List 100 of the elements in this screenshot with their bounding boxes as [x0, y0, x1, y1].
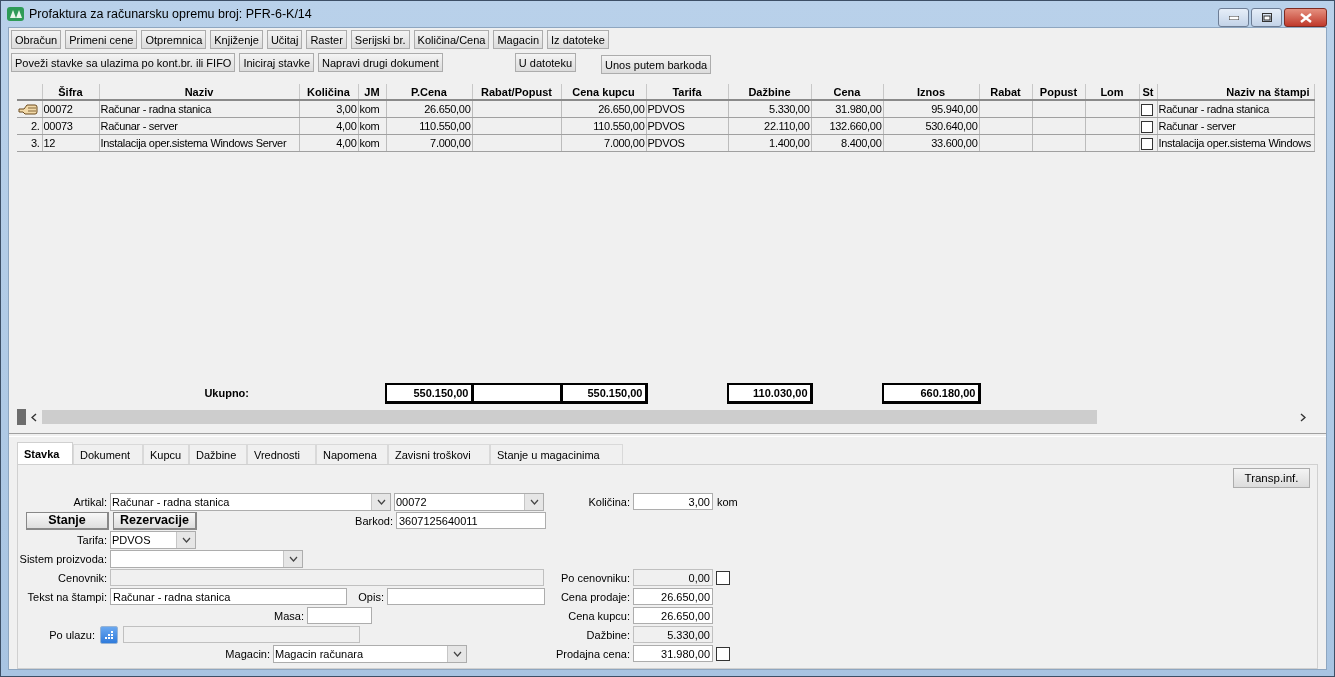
maximize-icon	[1261, 13, 1272, 22]
toolbar-button[interactable]: Napravi drugi dokument	[318, 53, 443, 72]
checkbox[interactable]	[1140, 120, 1153, 133]
field-label: Cena prodaje:	[559, 590, 631, 603]
chevron-down-icon	[181, 536, 191, 543]
table-cell: PDVOS	[646, 134, 728, 152]
table-cell: 7.000,00	[386, 134, 472, 152]
toolbar-button[interactable]: Raster	[306, 30, 347, 49]
chevron-down-icon	[288, 555, 298, 562]
table-cell: Instalacija oper.sistema Windows	[1157, 134, 1314, 152]
dropdown[interactable]: PDVOS	[110, 530, 196, 549]
checkbox[interactable]	[1140, 137, 1153, 150]
tab[interactable]: Stanje u magacinima	[490, 444, 623, 464]
text-field[interactable]	[307, 607, 372, 624]
toolbar-button[interactable]: Iniciraj stavke	[239, 53, 315, 72]
column-header: JM	[358, 84, 386, 100]
tab[interactable]: Stavka	[17, 442, 73, 464]
chevron-left-icon	[31, 412, 37, 422]
table-cell: 5.330,00	[728, 100, 811, 118]
toolbar-button[interactable]: Obračun	[11, 30, 62, 49]
column-header: Cena kupcu	[561, 84, 646, 100]
checkbox[interactable]	[716, 646, 730, 661]
column-header: Tarifa	[646, 84, 728, 100]
table-cell: 33.600,00	[883, 134, 979, 152]
table-cell: Računar - radna stanica	[1157, 100, 1314, 118]
tab[interactable]: Zavisni troškovi	[388, 444, 490, 464]
table-cell: 110.550,00	[561, 117, 646, 135]
field-label: Masa:	[273, 609, 305, 622]
row-number: 3.	[30, 137, 40, 149]
checkbox[interactable]	[1140, 103, 1153, 116]
column-header: Dažbine	[728, 84, 811, 100]
text-field[interactable]	[387, 588, 545, 605]
table-cell: 3,00	[299, 100, 358, 118]
table-cell: 110.550,00	[386, 117, 472, 135]
table-cell: 31.980,00	[811, 100, 883, 118]
text-field[interactable]: 26.650,00	[633, 588, 713, 605]
toolbar-button[interactable]: Knjiženje	[210, 30, 263, 49]
text-field[interactable]: 26.650,00	[633, 607, 713, 624]
toolbar-button[interactable]: U datoteku	[514, 53, 577, 72]
field-label: Po ulazu:	[48, 628, 96, 641]
text-field[interactable]: 3,00	[633, 493, 713, 510]
toolbar-button[interactable]: Učitaj	[266, 30, 303, 49]
action-button[interactable]: Stanje	[26, 511, 109, 530]
app-logo-icon	[7, 7, 24, 21]
table-cell: kom	[358, 100, 386, 118]
table-cell: 530.640,00	[883, 117, 979, 135]
grid-dots-button[interactable]	[100, 625, 118, 644]
table-cell: kom	[358, 134, 386, 152]
column-header: Iznos	[883, 84, 979, 100]
action-button[interactable]: Rezervacije	[113, 511, 197, 530]
field-label: Magacin:	[224, 647, 271, 660]
column-header: Šifra	[42, 84, 99, 100]
window-title: Profaktura za računarsku opremu broj: PFR-6-K/14	[29, 7, 313, 21]
transport-info-button[interactable]: Transp.inf.	[1233, 468, 1310, 488]
minimize-button[interactable]	[1218, 8, 1249, 27]
unit-label: kom	[717, 495, 738, 508]
close-button[interactable]	[1284, 8, 1327, 27]
scrollbar-track[interactable]	[42, 410, 1097, 424]
text-field[interactable]: Računar - radna stanica	[110, 588, 347, 605]
dropdown[interactable]: 00072	[394, 492, 544, 511]
tab[interactable]: Kupcu	[143, 444, 189, 464]
toolbar-button[interactable]: Iz datoteke	[547, 30, 609, 49]
tab[interactable]: Vrednosti	[247, 444, 316, 464]
tab[interactable]: Dokument	[73, 444, 143, 464]
tab[interactable]: Napomena	[316, 444, 388, 464]
toolbar-button[interactable]: Poveži stavke sa ulazima po kont.br. ili FIFO	[11, 53, 236, 72]
toolbar-button[interactable]: Magacin	[493, 30, 544, 49]
toolbar-button[interactable]: Otpremnica	[141, 30, 207, 49]
column-header: Popust	[1032, 84, 1085, 100]
field-label: Barkod:	[354, 514, 394, 527]
field-label: Opis:	[357, 590, 385, 603]
field-label: Količina:	[587, 495, 631, 508]
text-field[interactable]: 31.980,00	[633, 645, 713, 662]
table-cell: kom	[358, 117, 386, 135]
field-label: Tarifa:	[76, 533, 108, 546]
dots-icon	[104, 630, 114, 639]
toolbar-button[interactable]: Primeni cene	[65, 30, 138, 49]
column-header: Rabat	[979, 84, 1032, 100]
toolbar-button[interactable]: Količina/Cena	[413, 30, 490, 49]
totals-label: Ukupno:	[204, 387, 249, 400]
table-cell: Instalacija oper.sistema Windows Server	[99, 134, 299, 152]
table-cell: 26.650,00	[386, 100, 472, 118]
column-header: Naziv na štampi	[1157, 84, 1314, 100]
minimize-icon	[1228, 15, 1239, 20]
column-header: Rabat/Popust	[472, 84, 561, 100]
field-label: Cenovnik:	[57, 571, 108, 584]
chevron-down-icon	[529, 498, 539, 505]
column-header: Lom	[1085, 84, 1139, 100]
field-label: Prodajna cena:	[555, 647, 631, 660]
maximize-button[interactable]	[1251, 8, 1282, 27]
toolbar-button[interactable]: Unos putem barkoda	[601, 55, 712, 74]
tab[interactable]: Dažbine	[189, 444, 247, 464]
field-label: Dažbine:	[585, 628, 631, 641]
dropdown[interactable]: Računar - radna stanica	[110, 492, 391, 511]
table-cell: 26.650,00	[561, 100, 646, 118]
toolbar-button[interactable]: Serijski br.	[350, 30, 410, 49]
dropdown[interactable]: Magacin računara	[273, 644, 467, 663]
table-cell: 132.660,00	[811, 117, 883, 135]
text-field[interactable]: 3607125640011	[396, 512, 546, 529]
column-header: Naziv	[99, 84, 299, 100]
